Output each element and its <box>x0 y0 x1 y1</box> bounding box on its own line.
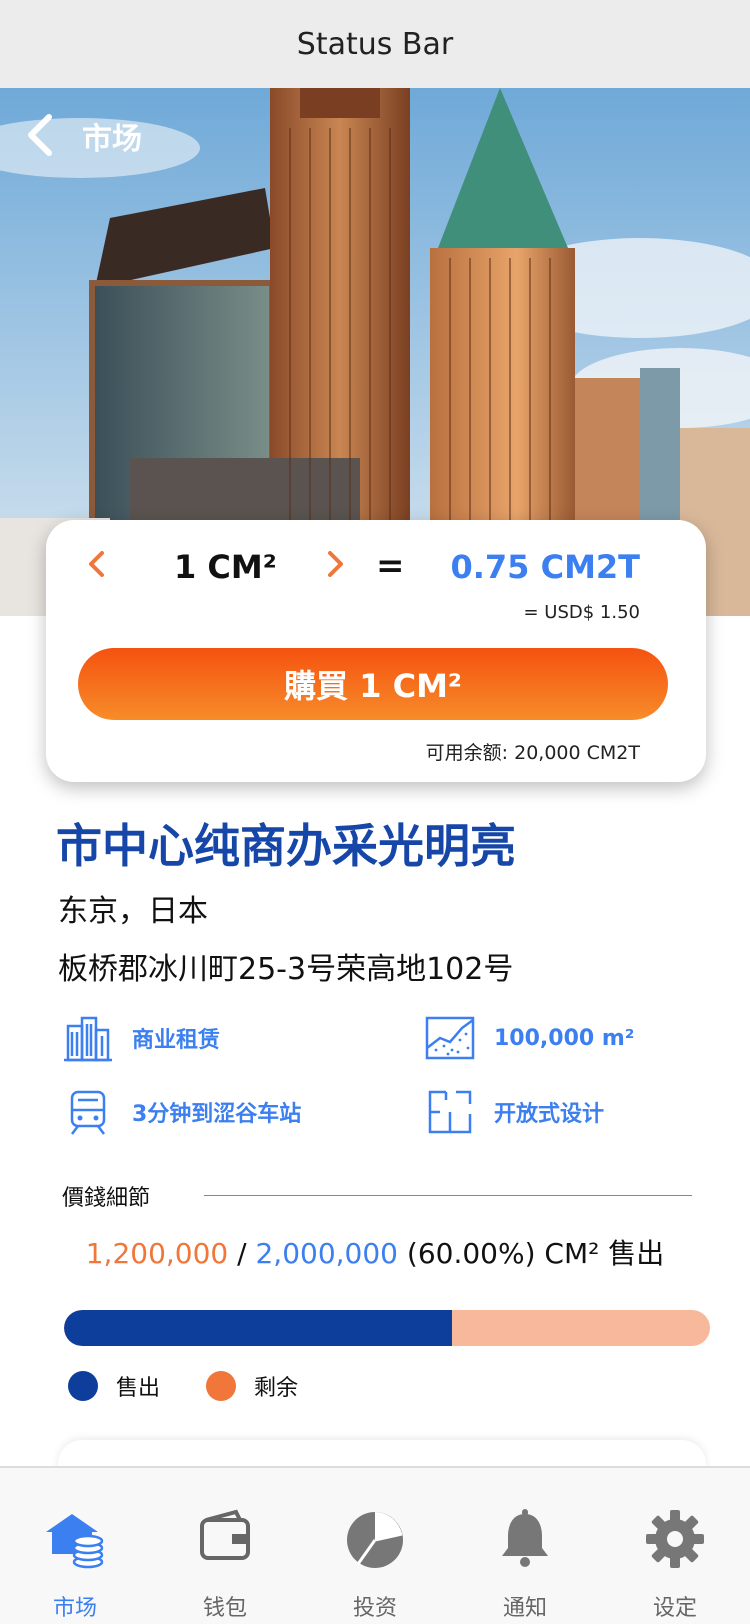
sold-amount: 1,200,000 <box>85 1237 229 1270</box>
quantity-increase-button[interactable] <box>324 548 346 588</box>
tab-wallet[interactable]: 钱包 <box>150 1468 300 1624</box>
buildings-icon <box>64 1016 112 1062</box>
floor-plan-icon <box>428 1090 472 1134</box>
bell-icon <box>502 1509 548 1567</box>
feature-label: 开放式设计 <box>494 1102 605 1127</box>
legend-item-sold: 售出 <box>68 1370 160 1402</box>
feature-label: 商业租赁 <box>132 1028 221 1053</box>
tab-market[interactable]: 市场 <box>0 1468 150 1624</box>
chevron-left-icon <box>89 551 104 577</box>
feature-station: 3分钟到涩谷车站 <box>62 1086 301 1138</box>
tab-settings[interactable]: 设定 <box>600 1468 750 1624</box>
quantity-decrease-button[interactable] <box>86 548 108 588</box>
sold-summary: 1,200,000 / 2,000,000 (60.00%) CM² 售出 <box>0 1232 750 1272</box>
tab-notifications[interactable]: 通知 <box>450 1468 600 1624</box>
tab-label: 通知 <box>502 1596 547 1621</box>
back-button[interactable] <box>18 110 62 160</box>
available-balance: 可用余额: 20,000 CM2T <box>425 742 640 764</box>
sales-progress-fill <box>64 1310 452 1346</box>
sold-percentage: (60.00%) CM² 售出 <box>398 1237 665 1270</box>
legend-item-remaining: 剩余 <box>206 1370 298 1402</box>
amount-separator: / <box>228 1237 256 1270</box>
buy-button[interactable]: 購買 1 CM² <box>78 648 668 720</box>
tab-label: 市场 <box>52 1596 97 1621</box>
property-address: 板桥郡冰川町25-3号荣高地102号 <box>58 952 514 987</box>
legend-label: 剩余 <box>254 1376 299 1401</box>
status-bar: Status Bar <box>0 0 750 88</box>
sales-progress-bar <box>64 1310 710 1346</box>
tab-label: 投资 <box>352 1596 397 1621</box>
legend-dot-remaining <box>206 1371 236 1401</box>
feature-area: 100,000 m² <box>424 1012 634 1064</box>
tab-label: 设定 <box>652 1596 697 1621</box>
feature-lease-type: 商业租赁 <box>62 1012 220 1064</box>
usd-value: = USD$ 1.50 <box>523 602 640 623</box>
property-title: 市中心纯商办采光明亮 <box>56 819 516 873</box>
nav-title: 市场 <box>82 122 142 157</box>
feature-label: 100,000 m² <box>494 1025 635 1051</box>
section-divider <box>204 1195 692 1196</box>
tab-label: 钱包 <box>202 1596 247 1621</box>
pie-chart-icon <box>347 1512 403 1568</box>
price-card: 1 CM² = 0.75 CM2T = USD$ 1.50 購買 1 CM² 可… <box>46 520 706 782</box>
train-icon <box>70 1090 106 1135</box>
tab-invest[interactable]: 投资 <box>300 1468 450 1624</box>
chevron-left-icon <box>28 114 52 156</box>
total-amount: 2,000,000 <box>255 1237 398 1270</box>
feature-label: 3分钟到涩谷车站 <box>132 1102 302 1127</box>
bottom-tab-bar: 市场 钱包 投资 通知 设定 <box>0 1466 750 1624</box>
feature-layout: 开放式设计 <box>424 1086 604 1138</box>
status-bar-label: Status Bar <box>296 26 454 62</box>
token-value: 0.75 CM2T <box>450 548 640 586</box>
gear-icon <box>646 1510 704 1568</box>
chevron-right-icon <box>328 551 343 577</box>
quantity-value: 1 CM² <box>174 548 277 586</box>
equals-sign: = <box>376 546 405 586</box>
legend-dot-sold <box>68 1371 98 1401</box>
wallet-icon <box>200 1509 250 1560</box>
market-house-coins-icon <box>46 1514 104 1569</box>
legend-label: 售出 <box>116 1376 161 1401</box>
property-city: 东京，日本 <box>58 894 208 929</box>
area-chart-icon <box>425 1016 475 1060</box>
price-details-label: 價錢細節 <box>62 1186 151 1211</box>
